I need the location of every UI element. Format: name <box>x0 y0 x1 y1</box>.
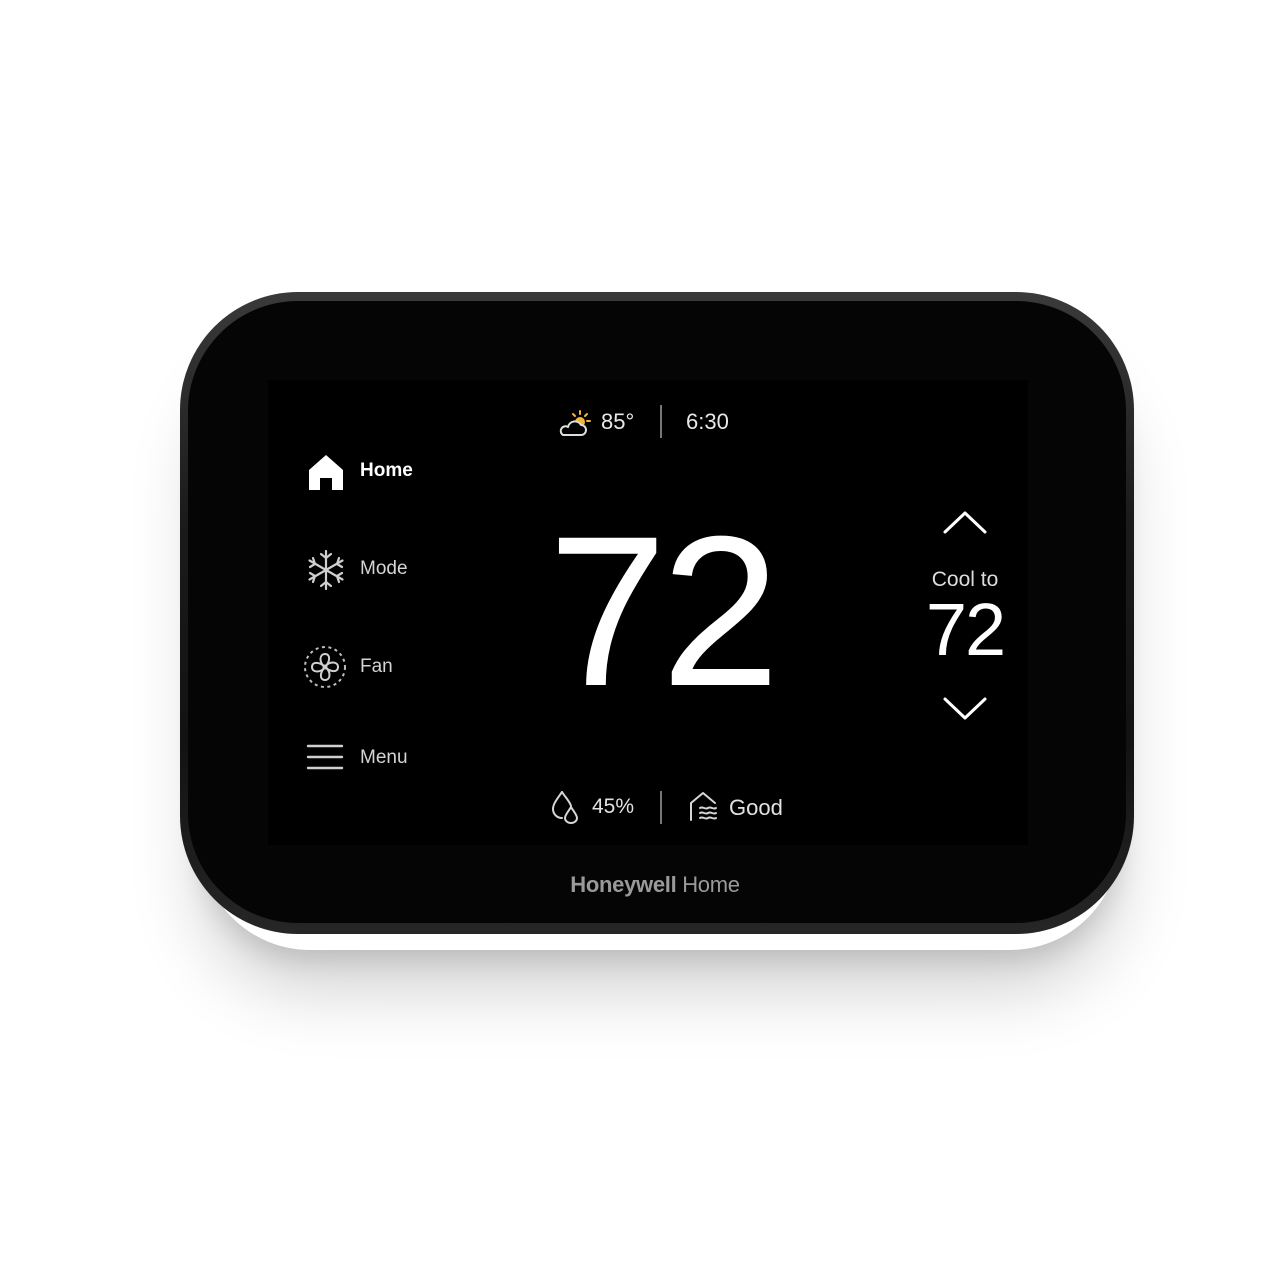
hamburger-menu-icon <box>306 744 344 770</box>
top-divider <box>660 405 662 438</box>
brand-suffix: Home <box>676 872 740 897</box>
air-quality-icon <box>690 792 717 821</box>
clock-time: 6:30 <box>686 409 729 434</box>
chevron-up-icon[interactable] <box>942 508 988 536</box>
sidebar-item-label: Fan <box>360 656 393 677</box>
sidebar-item-label: Mode <box>360 558 408 579</box>
indoor-humidity: 45% <box>592 795 635 818</box>
brand-name: Honeywell <box>570 872 677 897</box>
setpoint-value: 72 <box>925 588 1006 671</box>
fan-icon <box>304 646 346 688</box>
chevron-down-icon[interactable] <box>942 695 988 723</box>
bottom-divider <box>660 791 662 824</box>
home-icon <box>309 455 343 490</box>
snowflake-icon <box>308 549 344 591</box>
brand-logo: Honeywell Home <box>540 872 770 898</box>
outdoor-temperature: 85° <box>601 409 635 434</box>
sidebar-item-label: Home <box>360 460 413 481</box>
humidity-icon <box>551 791 578 824</box>
air-quality-status: Good <box>729 795 783 820</box>
indoor-temperature: 72 <box>548 492 780 731</box>
partly-sunny-icon <box>559 410 591 436</box>
product-stage: 85° 6:30 Home Mode Fan Menu 72 Cool to 7… <box>0 0 1280 1280</box>
sidebar-item-label: Menu <box>360 747 408 768</box>
